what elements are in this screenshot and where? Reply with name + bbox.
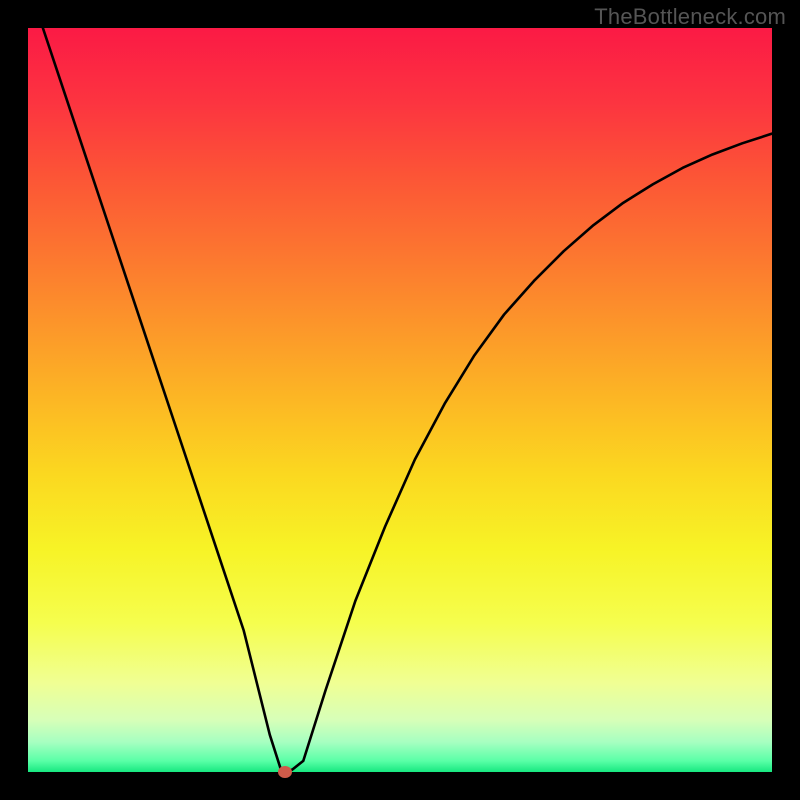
curve-line: [28, 28, 772, 772]
optimum-marker: [278, 766, 292, 778]
watermark-label: TheBottleneck.com: [594, 4, 786, 30]
plot-area: [28, 28, 772, 772]
chart-frame: TheBottleneck.com: [0, 0, 800, 800]
